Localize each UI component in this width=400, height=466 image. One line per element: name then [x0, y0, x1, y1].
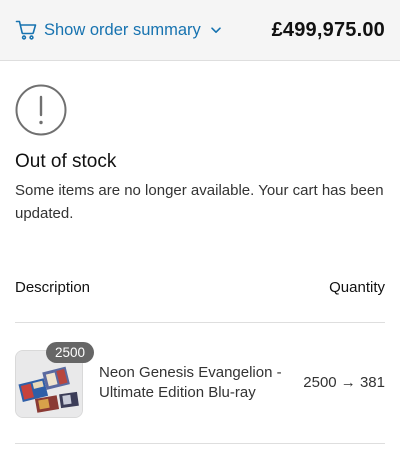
alert-circle-icon	[15, 84, 67, 136]
chevron-down-icon	[210, 24, 222, 36]
table-row: 2500 Neon Genesis Evangelion - Ultimate …	[15, 342, 385, 422]
column-header-quantity: Quantity	[329, 279, 385, 296]
quantity-badge: 2500	[46, 342, 94, 363]
page-title: Out of stock	[15, 151, 117, 172]
divider	[15, 322, 385, 323]
cart-icon	[15, 19, 37, 41]
table-header: Description Quantity	[15, 279, 385, 296]
show-order-summary-toggle[interactable]: Show order summary	[15, 19, 222, 41]
divider	[15, 443, 385, 444]
show-order-summary-label: Show order summary	[44, 20, 201, 39]
column-header-description: Description	[15, 279, 91, 296]
product-name: Neon Genesis Evangelion - Ultimate Editi…	[99, 364, 282, 401]
quantity-change: 2500 → 381	[303, 374, 385, 391]
order-total: £499,975.00	[271, 18, 385, 41]
stock-message: Some items are no longer available. Your…	[15, 182, 384, 222]
order-summary-bar: Show order summary £499,975.00	[0, 0, 400, 61]
